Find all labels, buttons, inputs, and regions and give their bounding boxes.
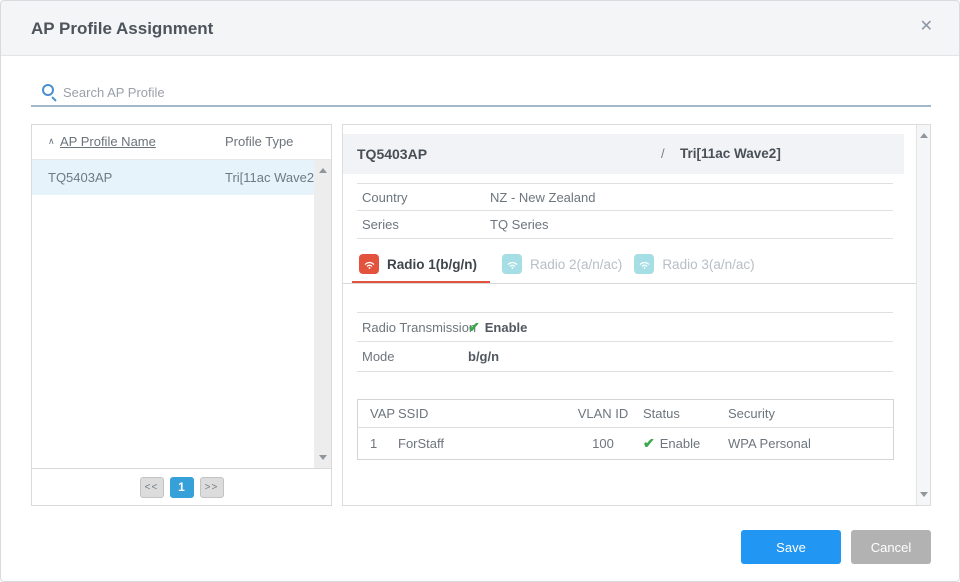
vap-table: VAP SSID VLAN ID Status Security 1 ForSt…: [357, 399, 894, 460]
radio-transmission-value: ✔ Enable: [468, 313, 527, 342]
cancel-button[interactable]: Cancel: [851, 530, 931, 564]
search-input[interactable]: [63, 80, 913, 104]
detail-title-bar: TQ5403AP / Tri[11ac Wave2]: [343, 134, 904, 174]
ssid-cell: ForStaff: [398, 436, 563, 451]
pagination-next-button[interactable]: >>: [200, 477, 224, 498]
list-scrollbar[interactable]: [314, 160, 331, 468]
profile-list-panel: ∧ AP Profile Name Profile Type TQ5403AP …: [31, 124, 332, 506]
check-icon: ✔: [468, 313, 480, 342]
column-ap-profile-name[interactable]: AP Profile Name: [60, 125, 156, 159]
security-cell: WPA Personal: [728, 436, 893, 451]
scroll-up-icon[interactable]: [920, 133, 928, 138]
field-row-series: Series TQ Series: [357, 211, 893, 239]
tab-radio-3-label: Radio 3(a/n/ac): [662, 257, 754, 272]
save-button[interactable]: Save: [741, 530, 841, 564]
dialog-header: AP Profile Assignment ✕: [1, 1, 959, 56]
scroll-down-icon[interactable]: [319, 455, 327, 460]
col-ssid: SSID: [398, 406, 563, 421]
series-label: Series: [362, 211, 399, 238]
series-value: TQ Series: [490, 211, 549, 238]
ap-profile-assignment-dialog: AP Profile Assignment ✕ ∧ AP Profile Nam…: [0, 0, 960, 582]
field-row-country: Country NZ - New Zealand: [357, 183, 893, 211]
vap-table-header: VAP SSID VLAN ID Status Security: [358, 400, 893, 428]
wifi-icon: [502, 254, 522, 274]
profile-row-selected[interactable]: TQ5403AP Tri[11ac Wave2]: [32, 160, 331, 195]
tab-radio-1-label: Radio 1(b/g/n): [387, 257, 477, 272]
detail-title-divider: /: [661, 134, 665, 174]
country-value: NZ - New Zealand: [490, 184, 595, 211]
col-security: Security: [728, 406, 893, 421]
mode-label: Mode: [362, 342, 395, 371]
vap-table-row: 1 ForStaff 100 ✔ Enable WPA Personal: [358, 428, 893, 459]
status-cell: ✔ Enable: [643, 435, 728, 452]
tab-radio-2[interactable]: Radio 2(a/n/ac): [502, 247, 622, 284]
detail-scrollbar[interactable]: [916, 125, 930, 505]
detail-profile-type: Tri[11ac Wave2]: [680, 134, 781, 174]
radio-tabs: Radio 1(b/g/n) Radio 2(a/n/ac): [352, 247, 755, 284]
search-icon: [42, 84, 54, 96]
scroll-up-icon[interactable]: [319, 168, 327, 173]
tab-radio-1[interactable]: Radio 1(b/g/n): [352, 247, 490, 284]
profile-detail-panel: TQ5403AP / Tri[11ac Wave2] Country NZ - …: [342, 124, 931, 506]
pagination-prev-button[interactable]: <<: [140, 477, 164, 498]
wifi-icon: [634, 254, 654, 274]
mode-row: Mode b/g/n: [357, 342, 893, 372]
profile-name-cell: TQ5403AP: [48, 160, 112, 195]
pagination-page-1-button[interactable]: 1: [170, 477, 194, 498]
dialog-title: AP Profile Assignment: [31, 1, 213, 56]
col-status: Status: [643, 406, 728, 421]
search-bar: [31, 80, 931, 107]
detail-profile-name: TQ5403AP: [357, 134, 427, 174]
tab-radio-3[interactable]: Radio 3(a/n/ac): [634, 247, 754, 284]
radio-transmission-status: Enable: [485, 313, 528, 342]
radio-settings: Radio Transmission ✔ Enable Mode b/g/n: [357, 312, 893, 372]
mode-value: b/g/n: [468, 342, 499, 371]
column-profile-type: Profile Type: [225, 125, 293, 159]
check-icon: ✔: [643, 435, 655, 452]
status-text: Enable: [660, 436, 700, 451]
detail-fields: Country NZ - New Zealand Series TQ Serie…: [357, 183, 893, 239]
sort-asc-icon: ∧: [48, 136, 55, 147]
country-label: Country: [362, 184, 408, 211]
scroll-down-icon[interactable]: [920, 492, 928, 497]
radio-transmission-row: Radio Transmission ✔ Enable: [357, 312, 893, 342]
close-icon[interactable]: ✕: [920, 19, 933, 35]
profile-type-cell: Tri[11ac Wave2]: [225, 160, 318, 195]
profile-list-header: ∧ AP Profile Name Profile Type: [32, 125, 331, 160]
pagination: << 1 >>: [32, 468, 331, 505]
tabs-divider: [343, 283, 916, 284]
tab-radio-2-label: Radio 2(a/n/ac): [530, 257, 622, 272]
radio-transmission-label: Radio Transmission: [362, 313, 476, 342]
col-vlan-id: VLAN ID: [563, 406, 643, 421]
vlan-id-cell: 100: [563, 436, 643, 451]
col-vap: VAP: [358, 406, 398, 421]
wifi-icon: [359, 254, 379, 274]
vap-cell: 1: [358, 436, 398, 451]
